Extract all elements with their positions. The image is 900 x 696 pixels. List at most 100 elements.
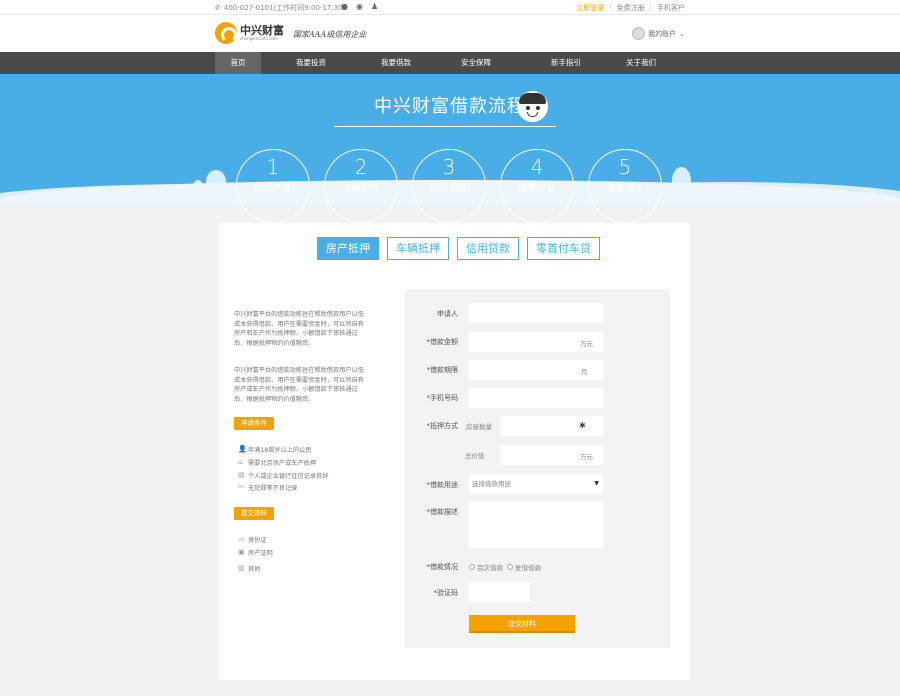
title-underline (334, 126, 556, 127)
phone-input[interactable] (469, 388, 603, 408)
loan-type-tabs: 房产抵押 车辆抵押 信用贷款 零首付车贷 (317, 237, 600, 260)
collateral-label: *抵押方式 (426, 422, 459, 430)
weibo-icon[interactable]: ◉ (356, 2, 366, 11)
account-links: 立即登录 | 免费注册 | 手机客户 (576, 3, 685, 13)
materials-heading: 提交资料 (234, 507, 274, 520)
login-link[interactable]: 立即登录 (576, 3, 604, 13)
purpose-select-value: 选择借款用途 (472, 480, 511, 488)
nav-item-home[interactable]: 首页 (215, 52, 261, 74)
house-count-select[interactable] (500, 416, 603, 436)
certificate-icon: ▣ (238, 547, 245, 556)
user-menu-label: 我的账户 (648, 29, 677, 38)
step-4: 4 签署协议 (500, 149, 574, 223)
material-item: ▣ 房产证明 (238, 547, 273, 557)
term-unit: 月 (581, 368, 588, 376)
step-number: 1 (266, 155, 280, 179)
step-label: 线下调查 (430, 184, 467, 194)
nav-item-about[interactable]: 关于我们 (611, 52, 671, 74)
id-card-icon: ▭ (238, 534, 245, 543)
avatar (632, 27, 646, 40)
tab-zero-down-car-loan[interactable]: 零首付车贷 (527, 237, 600, 260)
register-link[interactable]: 免费注册 (617, 3, 645, 13)
nav-item-borrow[interactable]: 我要借款 (361, 52, 431, 74)
nav-item-security[interactable]: 安全保障 (431, 52, 521, 74)
radio-first-loan[interactable]: 首次借款 (469, 562, 503, 572)
hotline-text: 400-027-0101(工作时间9:00-17:30) (223, 4, 346, 12)
step-label: 签署协议 (518, 184, 555, 194)
hotline: ✆ 400-027-0101(工作时间9:00-17:30) (215, 3, 345, 13)
total-value-label: 总价值 (465, 452, 485, 460)
phone-label: *手机号码 (426, 394, 459, 402)
step-3: 3 线下调查 (412, 149, 486, 223)
top-bar: ✆ 400-027-0101(工作时间9:00-17:30) ● ◉ ♟ 立即登… (0, 0, 900, 15)
gear-icon[interactable]: ✱ (579, 421, 586, 430)
tools-icon: ✂ (238, 482, 244, 491)
condition-item: 👤 年满18周岁以上的公民 (238, 444, 312, 454)
step-number: 4 (530, 155, 544, 179)
process-steps: 1 提交申请 2 审核资料 3 线下调查 4 签署协议 5 借款成功 (236, 149, 662, 223)
step-number: 5 (618, 155, 632, 179)
amount-unit: 万元 (580, 340, 593, 348)
cartoon-face-icon (517, 91, 548, 122)
step-label: 提交申请 (254, 184, 291, 194)
mobile-app-link[interactable]: 手机客户 (657, 3, 685, 13)
status-label: *借款情况 (426, 563, 459, 571)
divider: | (609, 3, 612, 11)
logo-domain: zhongxincaifu.com (240, 35, 278, 41)
step-label: 审核资料 (342, 184, 379, 194)
material-item: ▥ 其他 (238, 563, 261, 573)
step-1: 1 提交申请 (236, 149, 310, 223)
step-label: 借款成功 (606, 184, 643, 194)
slogan: 国家AAA级信用企业 (293, 30, 367, 39)
description-textarea[interactable] (469, 501, 603, 548)
chevron-down-icon: ⌄ (679, 29, 685, 38)
applicant-label: 申请人 (437, 310, 458, 318)
submit-button[interactable]: 提交材料 (469, 615, 575, 633)
amount-label: *借款金额 (426, 338, 459, 346)
material-item: ▭ 身份证 (238, 534, 267, 544)
wechat-icon[interactable]: ● (341, 2, 351, 11)
nav-item-invest[interactable]: 我要投资 (261, 52, 361, 74)
tab-house-mortgage[interactable]: 房产抵押 (317, 237, 379, 260)
phone-icon: ✆ (215, 4, 221, 12)
main-nav: 首页 我要投资 我要借款 安全保障 新手指引 关于我们 (0, 52, 900, 74)
status-radio-group: 首次借款 复借借款 (469, 562, 541, 572)
nav-item-guide[interactable]: 新手指引 (521, 52, 611, 74)
loan-card: 房产抵押 车辆抵押 信用贷款 零首付车贷 中兴财富平台的借款功能旨在帮助借款用户… (218, 223, 690, 680)
loan-application-form: 申请人 *借款金额 万元 *借款期限 月 *手机号码 *抵押方式 房屋数量 ✱ … (405, 289, 670, 648)
condition-item: ⌂ 需要北京房产或车产抵押 (238, 457, 317, 467)
term-label: *借款期限 (426, 366, 459, 374)
step-2: 2 审核资料 (324, 149, 398, 223)
step-5: 5 借款成功 (588, 149, 662, 223)
conditions-heading: 申请条件 (234, 417, 274, 430)
step-number: 2 (354, 155, 368, 179)
house-icon: ⌂ (238, 457, 243, 466)
logo-mark-icon (215, 22, 237, 44)
logo[interactable]: 中兴财富 zhongxincaifu.com (215, 22, 284, 44)
dropdown-arrow-icon: ▼ (594, 480, 599, 487)
banner-title: 中兴财富借款流程 (374, 96, 526, 117)
captcha-input[interactable] (469, 582, 530, 602)
intro-paragraph: 中兴财富平台的借款功能旨在帮助借款用户以低成本获得借款。用户在需要资金时，可以将… (234, 311, 364, 347)
condition-item: ✂ 无犯罪等不良记录 (238, 482, 298, 492)
radio-repeat-loan[interactable]: 复借借款 (507, 562, 541, 572)
logo-name: 中兴财富 (240, 23, 284, 37)
applicant-input[interactable] (469, 303, 603, 323)
purpose-label: *借款用途 (426, 481, 459, 489)
person-icon: 👤 (238, 444, 247, 453)
header: 中兴财富 zhongxincaifu.com 国家AAA级信用企业 我的账户 ⌄ (0, 15, 900, 52)
bank-icon: ▤ (238, 470, 245, 479)
tab-car-mortgage[interactable]: 车辆抵押 (387, 237, 449, 260)
condition-item: ▤ 个人或企业银行征信记录良好 (238, 470, 329, 480)
purpose-select[interactable]: 选择借款用途 ▼ (469, 474, 603, 494)
intro-paragraph: 中兴财富平台的借款功能旨在帮助借款用户以低成本获得借款。用户在需要资金时，可以将… (234, 367, 364, 403)
house-count-label: 房屋数量 (466, 423, 492, 431)
step-number: 3 (442, 155, 456, 179)
qq-icon[interactable]: ♟ (371, 2, 381, 11)
social-links: ● ◉ ♟ (341, 2, 381, 11)
tab-credit-loan[interactable]: 信用贷款 (457, 237, 519, 260)
total-value-unit: 万元 (580, 453, 593, 461)
description-label: *借款描述 (426, 508, 459, 516)
user-menu[interactable]: 我的账户 ⌄ (632, 27, 685, 40)
document-icon: ▥ (238, 563, 245, 572)
